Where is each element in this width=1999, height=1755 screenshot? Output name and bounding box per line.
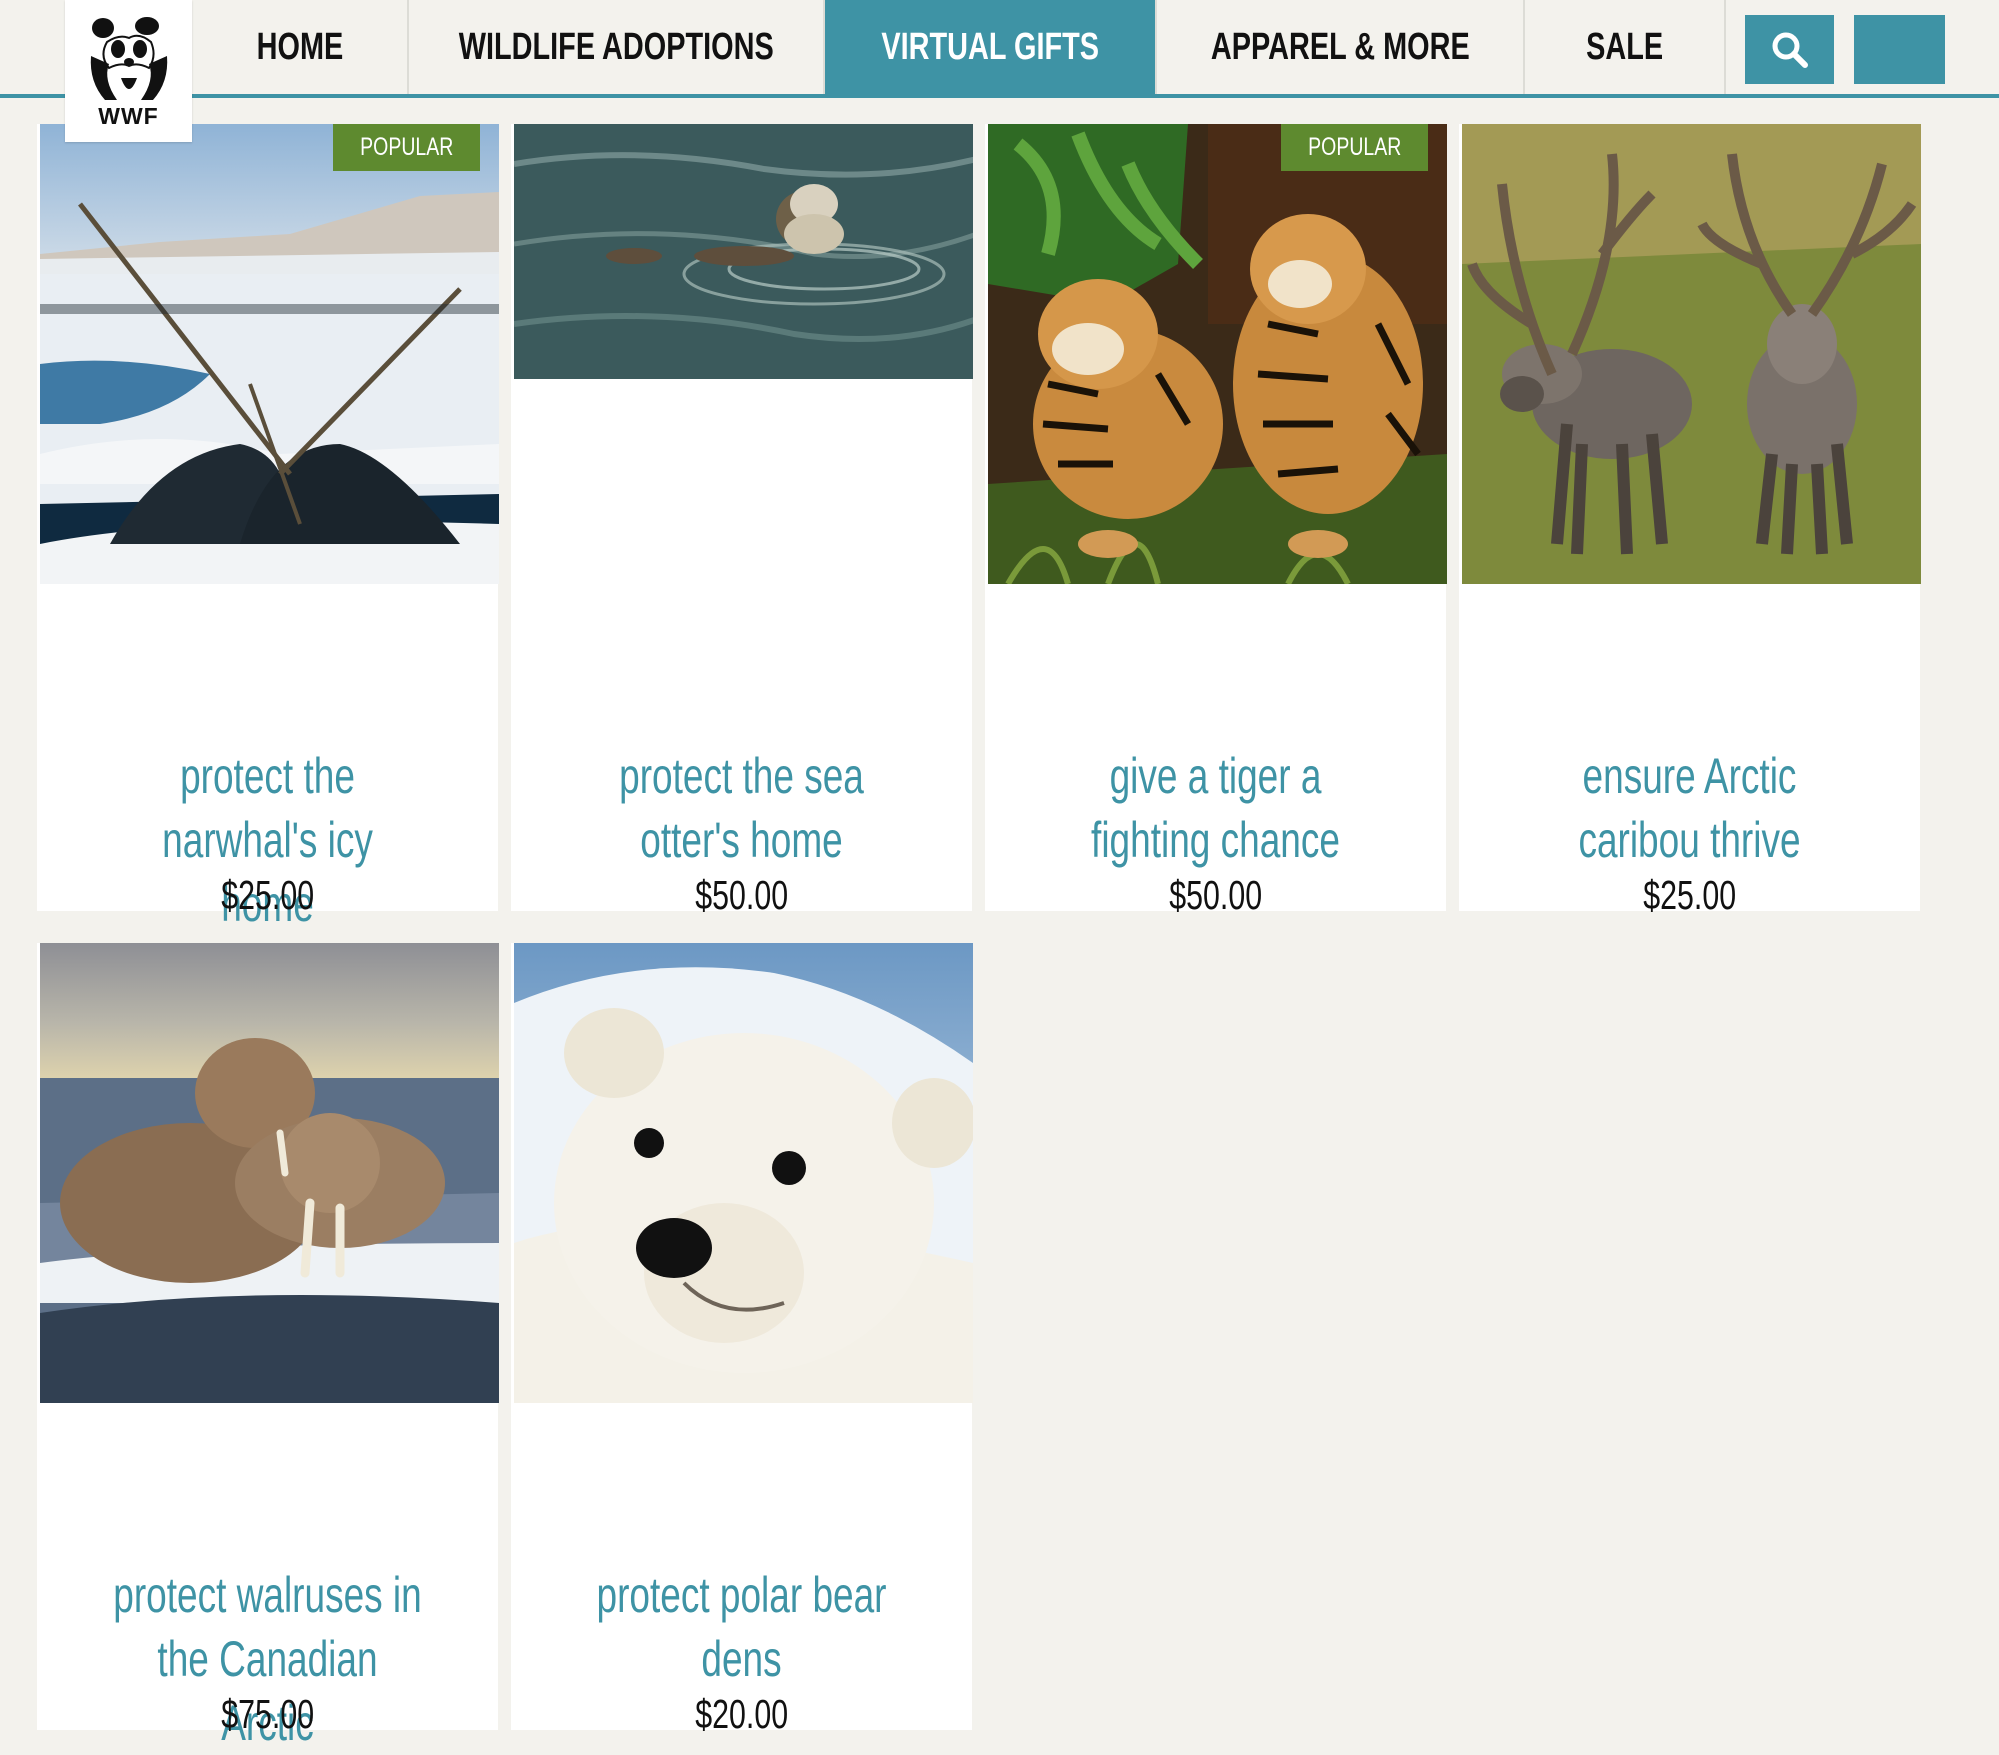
product-price: $50.00 (695, 872, 788, 918)
product-title[interactable]: give a tiger a fighting chance (1005, 744, 1426, 872)
product-image-tiger-cubs[interactable] (988, 124, 1447, 584)
product-image-polar-bear-cub[interactable] (514, 943, 973, 1403)
search-icon (1772, 32, 1808, 68)
product-card-sea-otter[interactable]: protect the sea otter's home $50.00 (511, 124, 973, 918)
product-price: $50.00 (1169, 872, 1262, 918)
product-card-caribou[interactable]: ensure Arctic caribou thrive $25.00 (1459, 124, 1921, 918)
nav-item-virtual-gifts[interactable]: VIRTUAL GIFTS (825, 0, 1157, 94)
main-nav: HOME WILDLIFE ADOPTIONS VIRTUAL GIFTS AP… (192, 0, 1726, 94)
product-image-sea-otter[interactable] (514, 124, 973, 379)
logo-text: WWF (98, 103, 159, 129)
product-price: $20.00 (695, 1691, 788, 1737)
nav-item-apparel-and-more[interactable]: APPAREL & MORE (1157, 0, 1525, 94)
nav-label-virtual-gifts: VIRTUAL GIFTS (881, 25, 1099, 68)
top-navigation-bar: HOME WILDLIFE ADOPTIONS VIRTUAL GIFTS AP… (0, 0, 1999, 98)
product-price: $25.00 (1643, 872, 1736, 918)
search-button[interactable] (1745, 15, 1834, 84)
product-card-tiger[interactable]: POPULAR give a tiger a fighting chance $… (985, 124, 1447, 918)
product-price: $75.00 (221, 1691, 314, 1737)
cart-button[interactable] (1854, 15, 1945, 84)
wwf-logo[interactable]: WWF (65, 0, 192, 142)
nav-label-wildlife-adoptions: WILDLIFE ADOPTIONS (458, 25, 774, 68)
nav-label-home: HOME (256, 25, 343, 68)
nav-label-apparel-and-more: APPAREL & MORE (1210, 25, 1470, 68)
nav-item-home[interactable]: HOME (192, 0, 409, 94)
product-image-caribou[interactable] (1462, 124, 1921, 584)
product-title[interactable]: ensure Arctic caribou thrive (1479, 744, 1900, 872)
product-card-narwhal[interactable]: POPULAR protect the narwhal's icy home $… (37, 124, 499, 932)
product-price: $25.00 (221, 872, 314, 918)
panda-logo-icon (90, 17, 168, 100)
product-image-walruses[interactable] (40, 943, 499, 1403)
product-image-narwhals[interactable] (40, 124, 499, 584)
product-title[interactable]: protect polar bear dens (531, 1563, 952, 1691)
popular-badge: POPULAR (1280, 124, 1428, 171)
product-card-walruses[interactable]: protect walruses in the Canadian Arctic … (37, 943, 499, 1751)
product-card-polar-bear[interactable]: protect polar bear dens $20.00 (511, 943, 973, 1737)
product-title[interactable]: protect the sea otter's home (531, 744, 952, 872)
nav-item-wildlife-adoptions[interactable]: WILDLIFE ADOPTIONS (409, 0, 825, 94)
nav-item-sale[interactable]: SALE (1525, 0, 1726, 94)
popular-badge: POPULAR (332, 124, 480, 171)
nav-label-sale: SALE (1585, 25, 1664, 68)
